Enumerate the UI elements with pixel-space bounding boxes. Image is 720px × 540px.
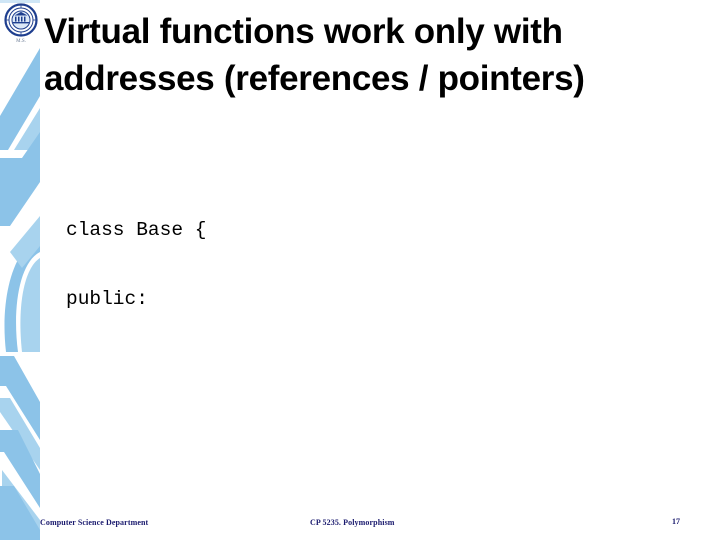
seal-caption: M.S. [16,39,26,44]
page-title: Virtual functions work only with address… [44,8,684,102]
code-group-base-class: class Base { public: [66,173,712,357]
slide-canvas: M.S. Virtual functions work only with ad… [0,0,720,540]
footer-page-number: 17 [672,517,680,526]
footer-department: Computer Science Department [40,518,149,527]
code-block: class Base { public: virtual int f() con… [66,104,712,540]
code-line: class Base { [66,219,207,241]
slide-footer: Computer Science Department CP 5235. Pol… [0,517,720,540]
footer-course: CP 5235. Polymorphism [310,518,395,527]
university-seal-logo: M.S. [3,3,39,45]
code-line: public: [66,288,148,310]
page-title-line-2: addresses (references / pointers) [44,59,585,98]
decorative-left-band [0,0,40,540]
code-spacer [66,426,712,454]
page-title-line-1: Virtual functions work only with [44,12,563,51]
